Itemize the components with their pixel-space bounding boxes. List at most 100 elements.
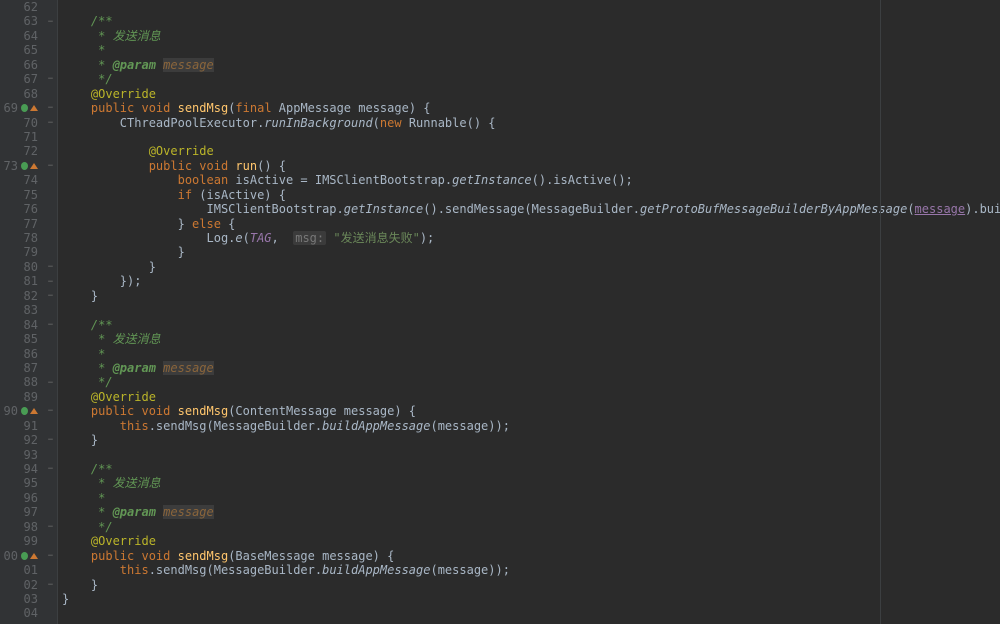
gutter-row[interactable]: 85 [0, 332, 44, 346]
gutter-row[interactable]: 03 [0, 592, 44, 606]
gutter-row[interactable]: 63 [0, 14, 44, 28]
code-line[interactable]: } [62, 289, 1000, 303]
code-line[interactable]: } else { [62, 217, 1000, 231]
code-line[interactable]: * @param message [62, 58, 1000, 72]
code-line[interactable]: @Override [62, 144, 1000, 158]
gutter-row[interactable]: 95 [0, 476, 44, 490]
code-line[interactable]: /** [62, 318, 1000, 332]
gutter-row[interactable]: 91 [0, 419, 44, 433]
implements-gutter-icon[interactable] [30, 553, 38, 559]
gutter-row[interactable]: 97 [0, 505, 44, 519]
gutter-row[interactable]: 76 [0, 202, 44, 216]
gutter-row[interactable]: 89 [0, 390, 44, 404]
gutter-row[interactable]: 72 [0, 144, 44, 158]
gutter-row[interactable]: 77 [0, 217, 44, 231]
code-line[interactable]: } [62, 592, 1000, 606]
code-line[interactable]: */ [62, 520, 1000, 534]
implements-gutter-icon[interactable] [30, 105, 38, 111]
gutter-row[interactable]: 93 [0, 448, 44, 462]
code-line[interactable] [62, 130, 1000, 144]
gutter-row[interactable]: 64 [0, 29, 44, 43]
code-editor[interactable]: 6263646566676869707172737475767778798081… [0, 0, 1000, 624]
code-line[interactable]: * [62, 347, 1000, 361]
fold-handle[interactable]: − [44, 433, 57, 447]
fold-handle[interactable]: − [44, 578, 57, 592]
code-line[interactable]: } [62, 578, 1000, 592]
code-line[interactable]: * 发送消息 [62, 29, 1000, 43]
gutter-row[interactable]: 69 [0, 101, 44, 115]
code-line[interactable]: } [62, 260, 1000, 274]
override-gutter-icon[interactable] [21, 407, 28, 415]
fold-handle[interactable]: − [44, 520, 57, 534]
gutter-row[interactable]: 87 [0, 361, 44, 375]
gutter-row[interactable]: 98 [0, 520, 44, 534]
gutter-row[interactable]: 65 [0, 43, 44, 57]
gutter-row[interactable]: 62 [0, 0, 44, 14]
gutter-row[interactable]: 90 [0, 404, 44, 418]
line-number-gutter[interactable]: 6263646566676869707172737475767778798081… [0, 0, 44, 624]
fold-handle[interactable]: − [44, 289, 57, 303]
code-line[interactable]: CThreadPoolExecutor.runInBackground(new … [62, 116, 1000, 130]
code-line[interactable]: IMSClientBootstrap.getInstance().sendMes… [62, 202, 1000, 216]
fold-handle[interactable]: − [44, 318, 57, 332]
code-line[interactable]: /** [62, 462, 1000, 476]
code-line[interactable]: * @param message [62, 361, 1000, 375]
implements-gutter-icon[interactable] [30, 408, 38, 414]
gutter-row[interactable]: 68 [0, 87, 44, 101]
code-line[interactable] [62, 448, 1000, 462]
code-line[interactable]: boolean isActive = IMSClientBootstrap.ge… [62, 173, 1000, 187]
code-line[interactable]: * [62, 43, 1000, 57]
gutter-row[interactable]: 01 [0, 563, 44, 577]
fold-handle[interactable]: − [44, 101, 57, 115]
fold-handle[interactable]: − [44, 159, 57, 173]
code-line[interactable]: * 发送消息 [62, 332, 1000, 346]
gutter-row[interactable]: 96 [0, 491, 44, 505]
code-line[interactable]: this.sendMsg(MessageBuilder.buildAppMess… [62, 563, 1000, 577]
code-line[interactable]: @Override [62, 87, 1000, 101]
code-line[interactable]: this.sendMsg(MessageBuilder.buildAppMess… [62, 419, 1000, 433]
fold-handle[interactable]: − [44, 116, 57, 130]
code-line[interactable]: /** [62, 14, 1000, 28]
gutter-row[interactable]: 70 [0, 116, 44, 130]
gutter-row[interactable]: 82 [0, 289, 44, 303]
code-line[interactable] [62, 606, 1000, 620]
code-line[interactable]: public void sendMsg(BaseMessage message)… [62, 549, 1000, 563]
gutter-row[interactable]: 00 [0, 549, 44, 563]
code-line[interactable]: @Override [62, 390, 1000, 404]
code-line[interactable]: public void run() { [62, 159, 1000, 173]
gutter-row[interactable]: 04 [0, 606, 44, 620]
implements-gutter-icon[interactable] [30, 163, 38, 169]
gutter-row[interactable]: 92 [0, 433, 44, 447]
code-line[interactable]: * @param message [62, 505, 1000, 519]
code-line[interactable]: public void sendMsg(ContentMessage messa… [62, 404, 1000, 418]
gutter-row[interactable]: 74 [0, 173, 44, 187]
gutter-row[interactable]: 67 [0, 72, 44, 86]
code-line[interactable]: } [62, 433, 1000, 447]
code-line[interactable]: * [62, 491, 1000, 505]
code-line[interactable]: @Override [62, 534, 1000, 548]
gutter-row[interactable]: 88 [0, 375, 44, 389]
gutter-row[interactable]: 78 [0, 231, 44, 245]
fold-handle[interactable]: − [44, 260, 57, 274]
fold-handle[interactable]: − [44, 404, 57, 418]
gutter-row[interactable]: 79 [0, 245, 44, 259]
gutter-row[interactable]: 83 [0, 303, 44, 317]
gutter-row[interactable]: 81 [0, 274, 44, 288]
fold-handle[interactable]: − [44, 72, 57, 86]
fold-handle[interactable]: − [44, 375, 57, 389]
code-line[interactable]: */ [62, 375, 1000, 389]
fold-column[interactable]: −−−−−−−−−−−−−−−− [44, 0, 58, 624]
gutter-row[interactable]: 86 [0, 347, 44, 361]
gutter-row[interactable]: 94 [0, 462, 44, 476]
code-line[interactable] [62, 303, 1000, 317]
code-line[interactable]: Log.e(TAG, msg: "发送消息失败"); [62, 231, 1000, 245]
code-line[interactable]: if (isActive) { [62, 188, 1000, 202]
fold-handle[interactable]: − [44, 274, 57, 288]
code-line[interactable]: */ [62, 72, 1000, 86]
gutter-row[interactable]: 99 [0, 534, 44, 548]
code-area[interactable]: /** * 发送消息 * * @param message */ @Overri… [58, 0, 1000, 624]
code-line[interactable]: * 发送消息 [62, 476, 1000, 490]
code-line[interactable]: } [62, 245, 1000, 259]
code-line[interactable]: public void sendMsg(final AppMessage mes… [62, 101, 1000, 115]
gutter-row[interactable]: 84 [0, 318, 44, 332]
